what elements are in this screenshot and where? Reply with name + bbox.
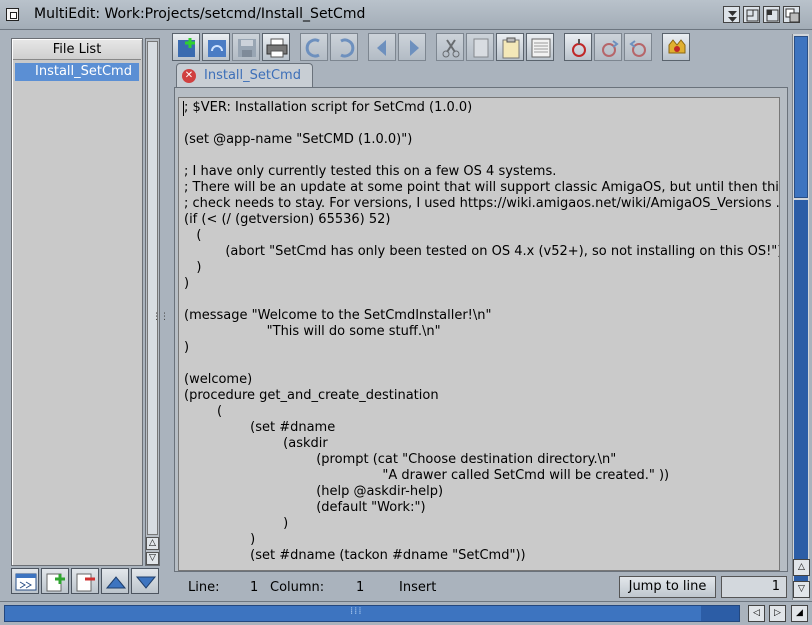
status-bar: Line: 1 Column: 1 Insert Jump to line 1 xyxy=(172,574,788,600)
depth-icon[interactable] xyxy=(783,6,800,23)
horizontal-scroll-knob[interactable]: ⁞⁞⁞ xyxy=(5,606,701,621)
horizontal-scrollbar[interactable]: ⁞⁞⁞ xyxy=(4,605,740,622)
vertical-scroll-track[interactable] xyxy=(794,200,808,582)
zoom-icon[interactable] xyxy=(743,6,760,23)
code-line: (abort "SetCmd has only been tested on O… xyxy=(184,244,780,259)
jump-line-input[interactable]: 1 xyxy=(721,576,787,598)
cut-button[interactable] xyxy=(436,33,464,61)
new-document-button[interactable] xyxy=(172,33,200,61)
code-line: ) xyxy=(184,516,289,531)
code-line: (message "Welcome to the SetCmdInstaller… xyxy=(184,308,492,323)
edit-mode: Insert xyxy=(399,580,437,595)
code-line: ; $VER: Installation script for SetCmd (… xyxy=(184,100,473,115)
code-line: (askdir xyxy=(184,436,328,451)
scroll-down-icon[interactable]: ▽ xyxy=(793,581,810,598)
code-line: (prompt (cat "Choose destination directo… xyxy=(184,452,617,467)
clipboard-list-button[interactable] xyxy=(526,33,554,61)
code-line: (if (< (/ (getversion) 65536) 52) xyxy=(184,212,391,227)
search-button[interactable] xyxy=(564,33,592,61)
column-value: 1 xyxy=(356,580,365,595)
editor-vertical-scrollbar[interactable]: △ ▽ xyxy=(792,34,810,600)
new-window-button[interactable] xyxy=(11,568,39,594)
jump-to-line-button[interactable]: Jump to line xyxy=(619,576,716,598)
vertical-scroll-knob[interactable] xyxy=(794,36,808,198)
code-line: ) xyxy=(184,260,202,275)
remove-file-button[interactable] xyxy=(71,568,99,594)
line-value: 1 xyxy=(250,580,259,595)
open-document-button[interactable] xyxy=(202,33,230,61)
search-previous-button[interactable] xyxy=(624,33,652,61)
code-line: ) xyxy=(184,340,190,355)
paste-button[interactable] xyxy=(496,33,524,61)
save-document-button[interactable] xyxy=(232,33,260,61)
snapshot-icon[interactable] xyxy=(763,6,780,23)
tab-install-setcmd[interactable]: ✕ Install_SetCmd xyxy=(176,63,313,87)
scroll-down-icon[interactable]: ▽ xyxy=(146,552,159,565)
code-line: ) xyxy=(184,276,190,291)
scroll-right-icon[interactable]: ▷ xyxy=(769,605,786,622)
title-bar[interactable]: MultiEdit: Work:Projects/setcmd/Install_… xyxy=(0,0,812,30)
close-window-icon[interactable] xyxy=(6,8,19,21)
resize-icon[interactable]: ◢ xyxy=(791,605,808,622)
file-list-item[interactable]: Install_SetCmd xyxy=(15,63,139,81)
code-line: ( xyxy=(184,228,202,243)
code-line: (set @app-name "SetCMD (1.0.0)") xyxy=(184,132,413,147)
undo-button[interactable] xyxy=(300,33,328,61)
code-line: ; There will be an update at some point … xyxy=(184,180,780,195)
code-line: (default "Work:") xyxy=(184,500,426,515)
code-line: (set #dname xyxy=(184,420,336,435)
file-list[interactable]: File List Install_SetCmd xyxy=(11,38,143,566)
window-title: MultiEdit: Work:Projects/setcmd/Install_… xyxy=(34,6,366,22)
redo-button[interactable] xyxy=(330,33,358,61)
close-tab-icon[interactable]: ✕ xyxy=(182,69,196,83)
drag-grip-icon: ⁞⁞⁞ xyxy=(350,606,363,617)
back-button[interactable] xyxy=(368,33,396,61)
code-content: ; $VER: Installation script for SetCmd (… xyxy=(184,100,780,564)
code-line: ; I have only currently tested this on a… xyxy=(184,164,557,179)
replace-button[interactable] xyxy=(662,33,690,61)
column-label: Column: xyxy=(270,580,325,595)
search-next-button[interactable] xyxy=(594,33,622,61)
code-line: ; check needs to stay. For versions, I u… xyxy=(184,196,780,211)
iconify-icon[interactable] xyxy=(723,6,740,23)
code-line: "This will do some stuff.\n" xyxy=(184,324,441,339)
file-list-panel: File List Install_SetCmd △ ▽ ⋮⋮ xyxy=(4,32,169,600)
editor-frame: ; $VER: Installation script for SetCmd (… xyxy=(174,87,788,572)
code-line: ) xyxy=(184,532,256,547)
copy-button[interactable] xyxy=(466,33,494,61)
bottom-bar: ⁞⁞⁞ ◁ ▷ ◢ xyxy=(0,601,812,625)
scroll-up-icon[interactable]: △ xyxy=(793,559,810,576)
panel-resize-handle[interactable]: ⋮⋮ xyxy=(152,312,169,326)
scroll-left-icon[interactable]: ◁ xyxy=(748,605,765,622)
toolbar xyxy=(172,32,692,62)
code-line: (procedure get_and_create_destination xyxy=(184,388,439,403)
file-list-header[interactable]: File List xyxy=(13,40,141,60)
print-button[interactable] xyxy=(262,33,290,61)
forward-button[interactable] xyxy=(398,33,426,61)
move-down-button[interactable] xyxy=(131,568,159,594)
code-line: "A drawer called SetCmd will be created.… xyxy=(184,468,670,483)
code-line: (set #dname (tackon #dname "SetCmd")) xyxy=(184,548,526,563)
code-line: ( xyxy=(184,404,223,419)
code-line: (help @askdir-help) xyxy=(184,484,444,499)
line-label: Line: xyxy=(188,580,220,595)
file-list-scroll-knob[interactable] xyxy=(147,41,158,535)
add-file-button[interactable] xyxy=(41,568,69,594)
tab-label: Install_SetCmd xyxy=(204,68,301,83)
file-list-scrollbar[interactable]: △ ▽ xyxy=(145,38,160,566)
code-line: (welcome) xyxy=(184,372,253,387)
move-up-button[interactable] xyxy=(101,568,129,594)
text-editor[interactable]: ; $VER: Installation script for SetCmd (… xyxy=(178,97,780,571)
scroll-up-icon[interactable]: △ xyxy=(146,537,159,550)
